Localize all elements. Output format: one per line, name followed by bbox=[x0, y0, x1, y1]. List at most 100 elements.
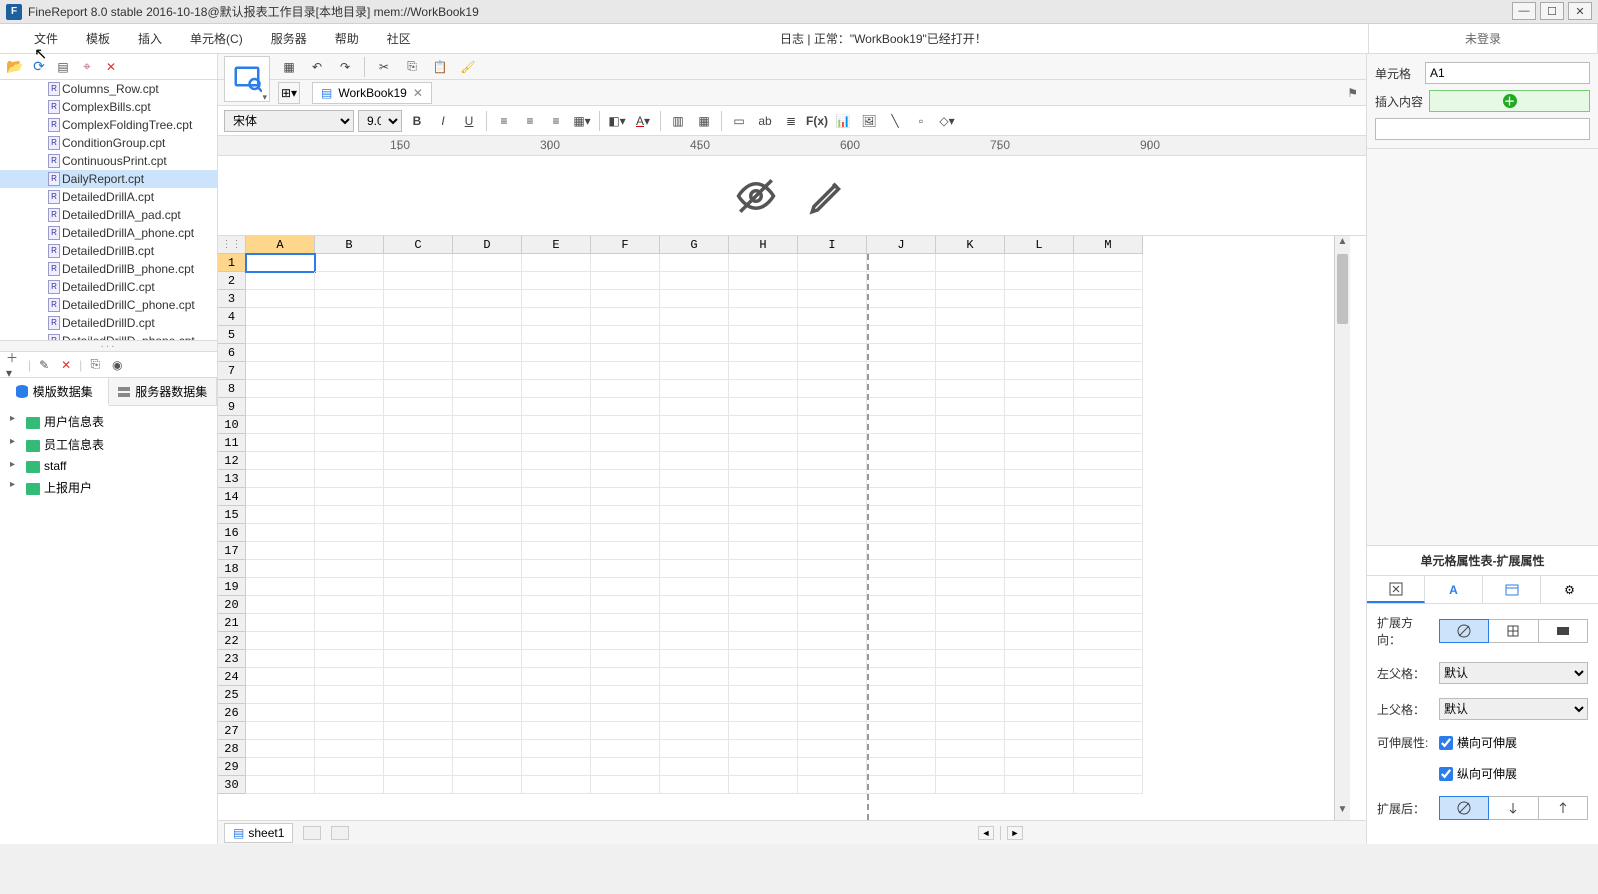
grid-cell[interactable] bbox=[522, 722, 591, 740]
grid-cell[interactable] bbox=[1074, 416, 1143, 434]
grid-cell[interactable] bbox=[936, 596, 1005, 614]
menu-cell[interactable]: 单元格(C) bbox=[176, 24, 257, 54]
menu-community[interactable]: 社区 bbox=[373, 24, 425, 54]
grid-cell[interactable] bbox=[246, 596, 315, 614]
grid-cell[interactable] bbox=[867, 470, 936, 488]
grid-cell[interactable] bbox=[453, 704, 522, 722]
font-size-select[interactable]: 9.0 bbox=[358, 110, 402, 132]
grid-cell[interactable] bbox=[591, 758, 660, 776]
grid-cell[interactable] bbox=[522, 308, 591, 326]
grid-cell[interactable] bbox=[660, 398, 729, 416]
column-header[interactable]: L bbox=[1005, 236, 1074, 254]
grid-cell[interactable] bbox=[1005, 344, 1074, 362]
grid-cell[interactable] bbox=[453, 254, 522, 272]
column-header[interactable]: A bbox=[246, 236, 315, 254]
grid-cell[interactable] bbox=[453, 524, 522, 542]
menu-insert[interactable]: 插入 bbox=[124, 24, 176, 54]
merge-split-icon[interactable]: ▥ bbox=[667, 110, 689, 132]
grid-cell[interactable] bbox=[798, 398, 867, 416]
grid-cell[interactable] bbox=[384, 416, 453, 434]
grid-cell[interactable] bbox=[867, 704, 936, 722]
grid-cell[interactable] bbox=[729, 578, 798, 596]
grid-cell[interactable] bbox=[867, 326, 936, 344]
open-folder-icon[interactable] bbox=[6, 58, 24, 76]
insert-text-icon[interactable]: ab bbox=[754, 110, 776, 132]
row-header[interactable]: 19 bbox=[218, 578, 246, 596]
grid-cell[interactable] bbox=[384, 632, 453, 650]
grid-cell[interactable] bbox=[660, 470, 729, 488]
grid-cell[interactable] bbox=[660, 776, 729, 794]
grid-cell[interactable] bbox=[246, 542, 315, 560]
tabstrip-config-icon[interactable]: ⚑ bbox=[1347, 86, 1358, 100]
grid-cell[interactable] bbox=[315, 632, 384, 650]
grid-cell[interactable] bbox=[1074, 668, 1143, 686]
grid-cell[interactable] bbox=[867, 686, 936, 704]
column-header[interactable]: J bbox=[867, 236, 936, 254]
grid-cell[interactable] bbox=[591, 506, 660, 524]
grid-cell[interactable] bbox=[798, 416, 867, 434]
grid-cell[interactable] bbox=[660, 650, 729, 668]
bold-icon[interactable]: B bbox=[406, 110, 428, 132]
grid-cell[interactable] bbox=[660, 326, 729, 344]
grid-cell[interactable] bbox=[591, 632, 660, 650]
grid-cell[interactable] bbox=[246, 704, 315, 722]
grid-cell[interactable] bbox=[660, 758, 729, 776]
grid-cell[interactable] bbox=[867, 452, 936, 470]
dataset-node[interactable]: 上报用户 bbox=[6, 476, 211, 499]
menu-file[interactable]: 文件 bbox=[20, 24, 72, 54]
grid-cell[interactable] bbox=[246, 290, 315, 308]
grid-cell[interactable] bbox=[315, 470, 384, 488]
grid-cell[interactable] bbox=[315, 434, 384, 452]
grid-cell[interactable] bbox=[1005, 524, 1074, 542]
grid-cell[interactable] bbox=[1074, 542, 1143, 560]
grid-cell[interactable] bbox=[384, 668, 453, 686]
grid-cell[interactable] bbox=[936, 578, 1005, 596]
grid-cell[interactable] bbox=[729, 308, 798, 326]
grid-cell[interactable] bbox=[1005, 272, 1074, 290]
spreadsheet-grid[interactable]: ⋮⋮ ABCDEFGHIJKLM 12345678910111213141516… bbox=[218, 236, 1366, 820]
grid-cell[interactable] bbox=[315, 740, 384, 758]
grid-cell[interactable] bbox=[936, 380, 1005, 398]
grid-cell[interactable] bbox=[798, 524, 867, 542]
grid-cell[interactable] bbox=[591, 650, 660, 668]
grid-cell[interactable] bbox=[867, 740, 936, 758]
grid-cell[interactable] bbox=[798, 704, 867, 722]
grid-cell[interactable] bbox=[522, 704, 591, 722]
row-header[interactable]: 27 bbox=[218, 722, 246, 740]
grid-cell[interactable] bbox=[1005, 632, 1074, 650]
grid-cell[interactable] bbox=[522, 254, 591, 272]
row-header[interactable]: 3 bbox=[218, 290, 246, 308]
redo-icon[interactable]: ↷ bbox=[334, 56, 356, 78]
grid-cell[interactable] bbox=[384, 776, 453, 794]
grid-cell[interactable] bbox=[453, 290, 522, 308]
grid-cell[interactable] bbox=[729, 704, 798, 722]
copy-dataset-icon[interactable]: ⎘ bbox=[86, 356, 104, 374]
add-dataset-icon[interactable]: ＋▾ bbox=[6, 356, 24, 374]
file-item[interactable]: DetailedDrillB.cpt bbox=[0, 242, 217, 260]
grid-cell[interactable] bbox=[591, 596, 660, 614]
grid-cell[interactable] bbox=[453, 380, 522, 398]
grid-cell[interactable] bbox=[522, 686, 591, 704]
row-header[interactable]: 23 bbox=[218, 650, 246, 668]
grid-cell[interactable] bbox=[315, 668, 384, 686]
grid-cell[interactable] bbox=[798, 434, 867, 452]
grid-cell[interactable] bbox=[384, 704, 453, 722]
grid-cell[interactable] bbox=[936, 308, 1005, 326]
grid-cell[interactable] bbox=[453, 470, 522, 488]
grid-cell[interactable] bbox=[660, 290, 729, 308]
font-family-select[interactable]: 宋体 bbox=[224, 110, 354, 132]
server-dataset-tab[interactable]: 服务器数据集 bbox=[109, 378, 218, 405]
grid-cell[interactable] bbox=[798, 362, 867, 380]
grid-cell[interactable] bbox=[246, 776, 315, 794]
grid-cell[interactable] bbox=[591, 398, 660, 416]
grid-cell[interactable] bbox=[384, 380, 453, 398]
grid-cell[interactable] bbox=[1005, 560, 1074, 578]
grid-cell[interactable] bbox=[867, 344, 936, 362]
grid-cell[interactable] bbox=[729, 452, 798, 470]
grid-cell[interactable] bbox=[1074, 290, 1143, 308]
format-painter-icon[interactable]: 🖌 bbox=[457, 56, 479, 78]
grid-cell[interactable] bbox=[453, 434, 522, 452]
grid-cell[interactable] bbox=[246, 578, 315, 596]
grid-cell[interactable] bbox=[798, 308, 867, 326]
file-item[interactable]: Columns_Row.cpt bbox=[0, 80, 217, 98]
